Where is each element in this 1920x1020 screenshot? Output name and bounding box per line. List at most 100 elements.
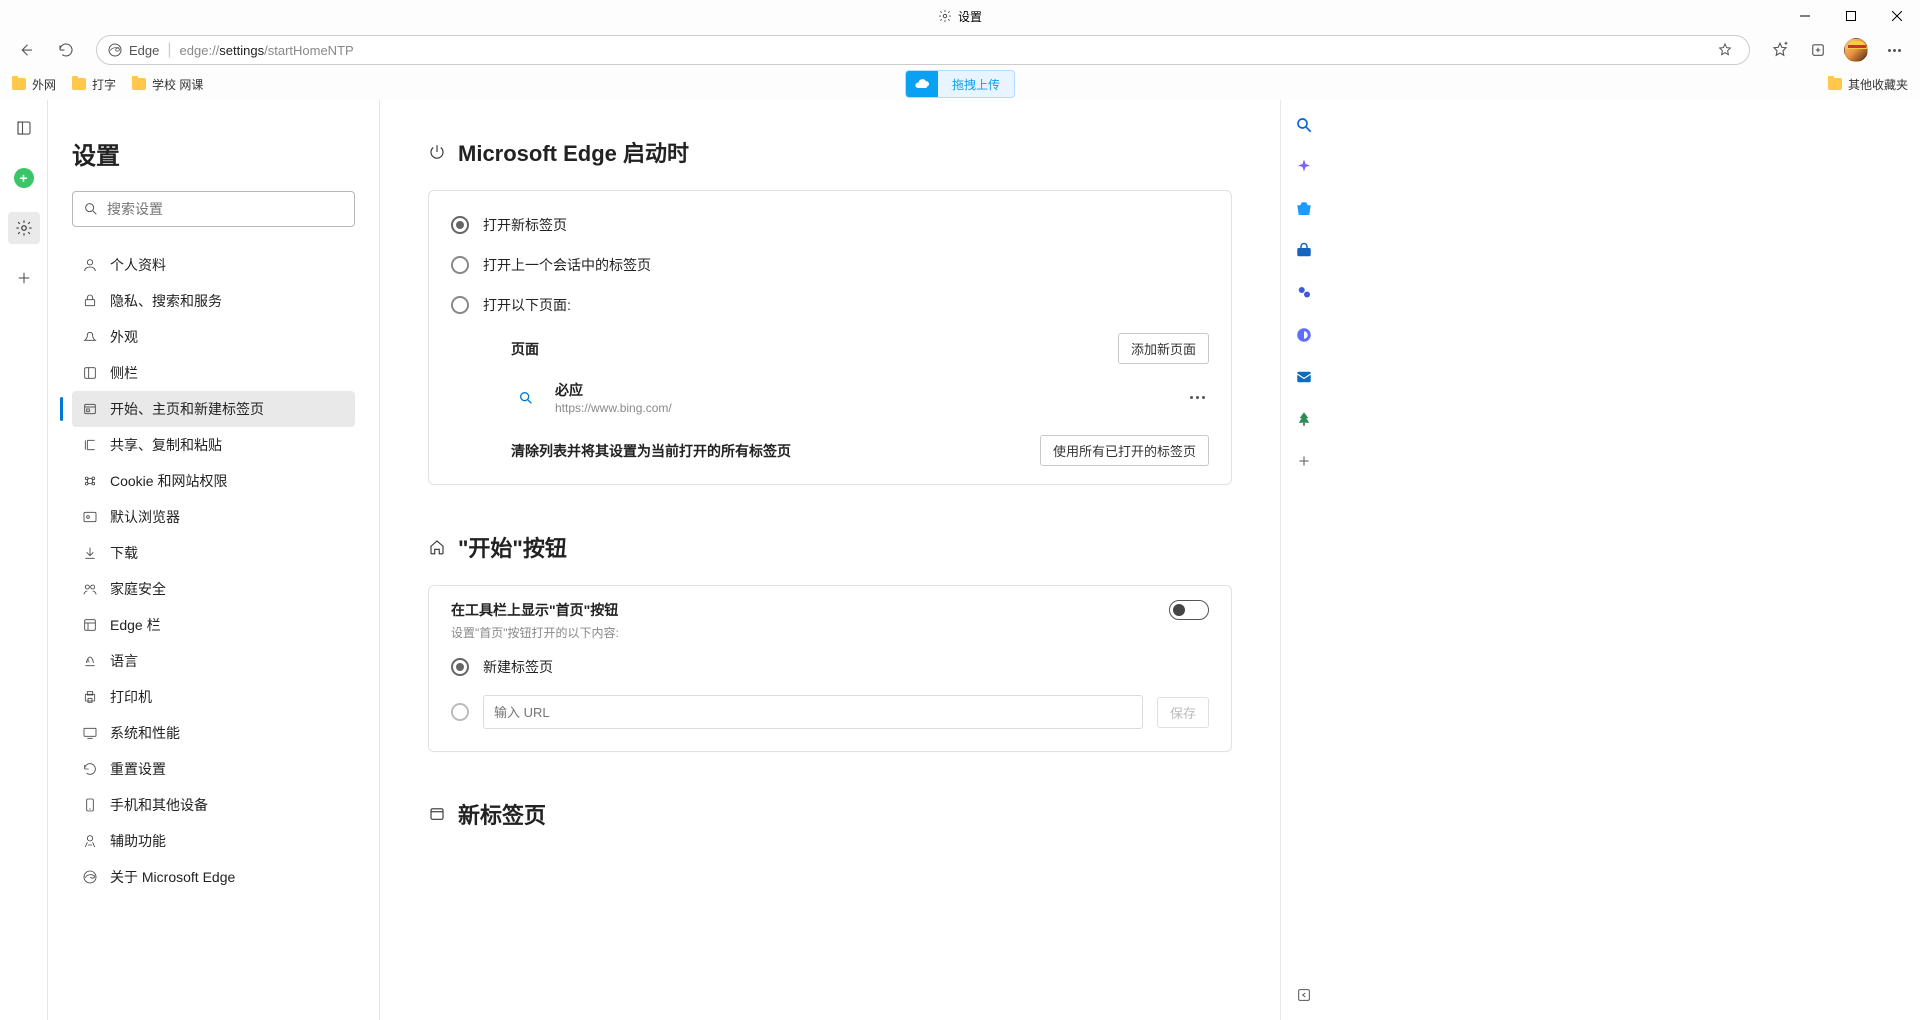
home-button-toggle[interactable] [1169, 600, 1209, 620]
sidebar-item[interactable]: 手机和其他设备 [72, 787, 355, 823]
vtab-settings-button[interactable] [8, 212, 40, 244]
startup-radio-newtab[interactable]: 打开新标签页 [451, 205, 1209, 245]
home-radio-newtab[interactable]: 新建标签页 [451, 647, 1209, 687]
sidebar-item-icon [82, 617, 98, 633]
section-header-startup: Microsoft Edge 启动时 [428, 136, 1232, 168]
sidebar-item-icon [82, 293, 98, 309]
sidebar-item[interactable]: 家庭安全 [72, 571, 355, 607]
rside-games-icon[interactable] [1293, 282, 1315, 304]
sidebar-item-icon [82, 473, 98, 489]
settings-sidebar: 设置 个人资料隐私、搜索和服务外观侧栏开始、主页和新建标签页共享、复制和粘贴 Co… [48, 100, 380, 1020]
collections-icon[interactable] [1800, 32, 1836, 68]
close-button[interactable] [1874, 0, 1920, 32]
sidebar-item[interactable]: 个人资料 [72, 247, 355, 283]
sidebar-item[interactable]: A语言 [72, 643, 355, 679]
refresh-button[interactable] [48, 32, 84, 68]
rside-tools-icon[interactable] [1293, 240, 1315, 262]
rside-shopping-icon[interactable] [1293, 198, 1315, 220]
sidebar-item-label: Edge 栏 [110, 615, 161, 635]
bookmark-folder[interactable]: 打字 [72, 76, 116, 93]
vtab-extension-button[interactable]: + [8, 162, 40, 194]
addr-url: edge://settings/startHomeNTP [180, 43, 354, 58]
startup-radio-pages[interactable]: 打开以下页面: [451, 285, 1209, 325]
page-item: 必应 https://www.bing.com/ [511, 372, 1209, 423]
sidebar-item-label: 打印机 [110, 687, 152, 707]
sidebar-item-label: 共享、复制和粘贴 [110, 435, 222, 455]
sidebar-item-icon [82, 329, 98, 345]
sidebar-item[interactable]: 打印机 [72, 679, 355, 715]
bookmark-folder[interactable]: 学校 网课 [132, 76, 203, 93]
radio-icon [451, 216, 469, 234]
rside-sparkle-icon[interactable] [1293, 156, 1315, 178]
power-icon [428, 143, 446, 161]
sidebar-item-label: 重置设置 [110, 759, 166, 779]
gear-icon [938, 9, 952, 23]
settings-search-input[interactable] [107, 201, 344, 217]
sidebar-item-label: 侧栏 [110, 363, 138, 383]
favorite-star-icon[interactable] [1711, 36, 1739, 64]
sidebar-item-label: 辅助功能 [110, 831, 166, 851]
rside-add-icon[interactable] [1293, 450, 1315, 472]
sidebar-item[interactable]: 默认浏览器 [72, 499, 355, 535]
save-url-button[interactable]: 保存 [1157, 697, 1209, 728]
sidebar-item-icon [82, 689, 98, 705]
startup-radio-previous[interactable]: 打开上一个会话中的标签页 [451, 245, 1209, 285]
minimize-button[interactable] [1782, 0, 1828, 32]
vtab-tabs-button[interactable] [8, 112, 40, 144]
sidebar-item[interactable]: 侧栏 [72, 355, 355, 391]
sidebar-item[interactable]: 下载 [72, 535, 355, 571]
favorites-icon[interactable] [1762, 32, 1798, 68]
rside-office-icon[interactable] [1293, 324, 1315, 346]
more-button[interactable] [1876, 32, 1912, 68]
add-page-button[interactable]: 添加新页面 [1118, 333, 1209, 364]
other-favorites[interactable]: 其他收藏夹 [1828, 76, 1908, 93]
addr-label: Edge [129, 43, 159, 58]
rside-search-icon[interactable] [1293, 114, 1315, 136]
sidebar-item[interactable]: 重置设置 [72, 751, 355, 787]
home-url-input[interactable] [483, 695, 1143, 729]
sidebar-item[interactable]: 开始、主页和新建标签页 [72, 391, 355, 427]
sidebar-item-label: 语言 [110, 651, 138, 671]
folder-icon [72, 78, 86, 90]
home-icon [428, 538, 446, 556]
settings-search[interactable] [72, 191, 355, 227]
home-radio-url-row: 保存 [451, 687, 1209, 737]
sidebar-item[interactable]: 系统和性能 [72, 715, 355, 751]
address-bar[interactable]: Edge | edge://settings/startHomeNTP [96, 35, 1750, 65]
upload-pill[interactable]: 拖拽上传 [905, 70, 1015, 98]
sidebar-item-icon [82, 509, 98, 525]
sidebar-item[interactable]: 辅助功能 [72, 823, 355, 859]
bookmark-folder[interactable]: 外网 [12, 76, 56, 93]
use-all-tabs-button[interactable]: 使用所有已打开的标签页 [1040, 435, 1209, 466]
sidebar-item[interactable]: 隐私、搜索和服务 [72, 283, 355, 319]
toggle-title: 在工具栏上显示"首页"按钮 [451, 600, 619, 620]
page-more-button[interactable] [1186, 392, 1209, 403]
sidebar-item-label: 外观 [110, 327, 138, 347]
window-title: 设置 [958, 8, 982, 25]
sidebar-item-label: 家庭安全 [110, 579, 166, 599]
search-icon [511, 383, 541, 413]
sidebar-item[interactable]: 外观 [72, 319, 355, 355]
vtab-newtab-button[interactable] [8, 262, 40, 294]
newtab-icon [428, 805, 446, 823]
maximize-button[interactable] [1828, 0, 1874, 32]
sidebar-item[interactable]: 关于 Microsoft Edge [72, 859, 355, 895]
sidebar-item-icon [82, 581, 98, 597]
pages-label: 页面 [511, 339, 539, 359]
search-icon [83, 201, 99, 217]
sidebar-item-label: 默认浏览器 [110, 507, 180, 527]
radio-icon[interactable] [451, 703, 469, 721]
startup-card: 打开新标签页 打开上一个会话中的标签页 打开以下页面: 页面 添加新页面 必应 [428, 190, 1232, 485]
sidebar-item[interactable]: 共享、复制和粘贴 [72, 427, 355, 463]
sidebar-item-icon [82, 761, 98, 777]
sidebar-item[interactable]: Edge 栏 [72, 607, 355, 643]
clear-label: 清除列表并将其设置为当前打开的所有标签页 [511, 441, 791, 461]
settings-title: 设置 [72, 136, 355, 171]
rside-outlook-icon[interactable] [1293, 366, 1315, 388]
rside-tree-icon[interactable] [1293, 408, 1315, 430]
profile-avatar[interactable] [1838, 32, 1874, 68]
back-button[interactable] [8, 32, 44, 68]
sidebar-item[interactable]: Cookie 和网站权限 [72, 463, 355, 499]
rside-collapse-icon[interactable] [1293, 984, 1315, 1006]
radio-icon [451, 296, 469, 314]
